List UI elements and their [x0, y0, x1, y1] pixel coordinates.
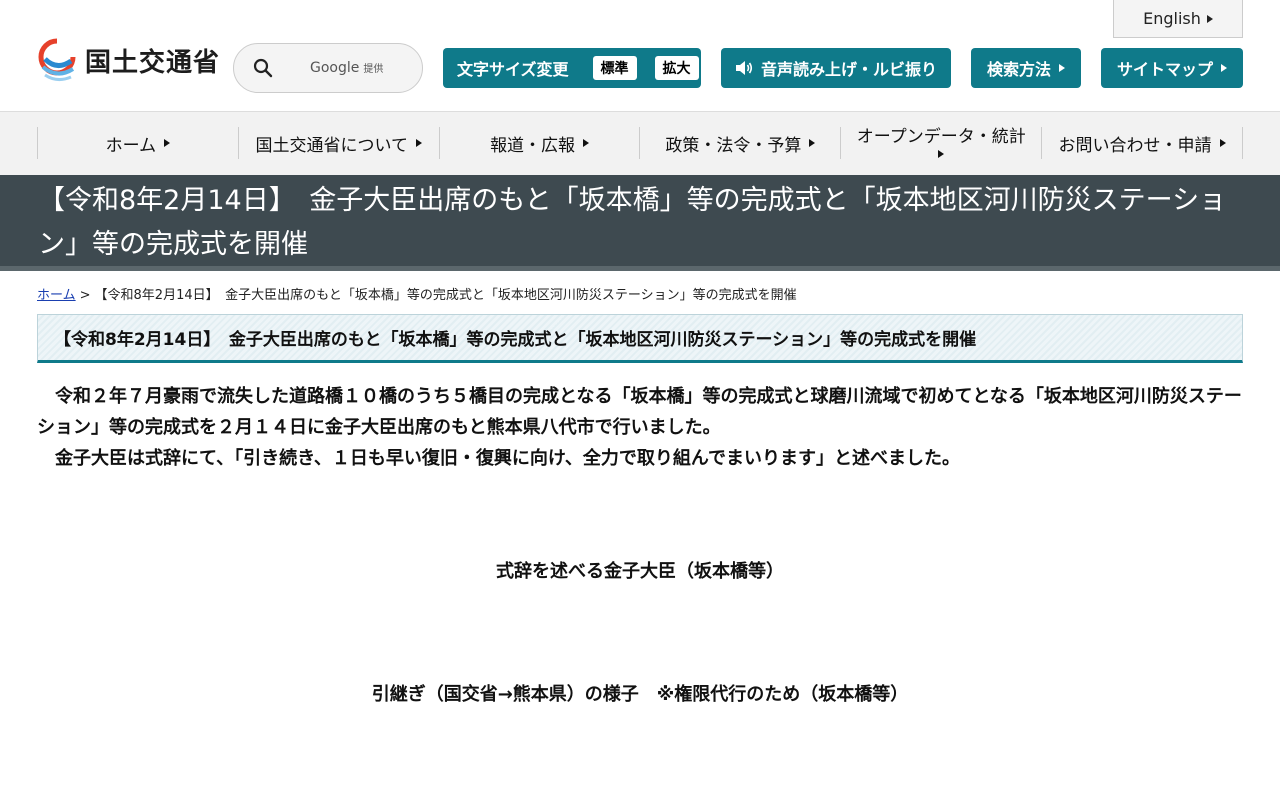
arrow-right-icon: [1219, 139, 1226, 147]
search-method-label: 検索方法: [986, 60, 1051, 79]
speech-label: 音声読み上げ・ルビ振り: [760, 60, 937, 79]
nav-item-contact[interactable]: お問い合わせ・申請: [1041, 127, 1243, 159]
nav-item-policy[interactable]: 政策・法令・予算: [639, 127, 840, 159]
sitemap-button[interactable]: サイトマップ: [1101, 48, 1243, 88]
search-icon[interactable]: [252, 57, 274, 79]
arrow-right-icon: [1059, 64, 1065, 72]
logo-text: 国土交通省: [85, 47, 221, 78]
nav-item-label: 報道・広報: [490, 135, 576, 156]
arrow-right-icon: [583, 139, 590, 147]
paragraph: 令和２年７月豪雨で流失した道路橋１０橋のうち５橋目の完成となる「坂本橋」等の完成…: [37, 386, 1242, 438]
nav-item-label: 政策・法令・予算: [665, 135, 802, 156]
arrow-right-icon: [1221, 64, 1227, 72]
breadcrumb-separator: >: [79, 288, 91, 303]
photo-caption: 式辞を述べる金子大臣（坂本橋等）: [496, 561, 784, 582]
nav-item-label: 国土交通省について: [255, 135, 408, 156]
nav-item-opendata[interactable]: オープンデータ・統計: [840, 127, 1041, 159]
nav-item-label: オープンデータ・統計: [856, 127, 1026, 147]
search-input[interactable]: Google 提供: [233, 43, 423, 93]
page-title-band: 【令和8年2月14日】 金子大臣出席のもと「坂本橋」等の完成式と「坂本地区河川防…: [0, 175, 1280, 271]
english-link[interactable]: English: [1113, 0, 1243, 38]
text-size-large-button[interactable]: 拡大: [654, 56, 699, 80]
speech-ruby-button[interactable]: 音声読み上げ・ルビ振り: [721, 48, 951, 88]
search-method-button[interactable]: 検索方法: [971, 48, 1081, 88]
nav-item-press[interactable]: 報道・広報: [438, 127, 640, 159]
site-logo[interactable]: 国土交通省: [37, 37, 220, 83]
text-size-control: 文字サイズ変更 標準 拡大: [443, 48, 701, 88]
nav-item-label: お問い合わせ・申請: [1058, 135, 1212, 156]
nav-item-about[interactable]: 国土交通省について: [237, 127, 439, 159]
sitemap-label: サイトマップ: [1116, 60, 1213, 79]
arrow-right-icon: [1206, 14, 1213, 23]
page-title: 【令和8年2月14日】 金子大臣出席のもと「坂本橋」等の完成式と「坂本地区河川防…: [38, 185, 1227, 260]
photo-caption: 引継ぎ（国交省→熊本県）の様子 ※権限代行のため（坂本橋等）: [371, 684, 909, 705]
paragraph: 金子大臣は式辞にて、「引き続き、１日も早い復旧・復興に向け、全力で取り組んでまい…: [37, 448, 961, 469]
arrow-right-icon: [415, 139, 422, 147]
arrow-right-icon: [164, 139, 171, 147]
text-size-label: 文字サイズ変更: [457, 60, 569, 79]
arrow-right-icon: [809, 139, 816, 147]
section-heading: 【令和8年2月14日】 金子大臣出席のもと「坂本橋」等の完成式と「坂本地区河川防…: [37, 314, 1243, 363]
english-label: English: [1143, 9, 1201, 28]
breadcrumb-home-link[interactable]: ホーム: [37, 288, 76, 303]
breadcrumb-current: 【令和8年2月14日】 金子大臣出席のもと「坂本橋」等の完成式と「坂本地区河川防…: [94, 288, 797, 303]
breadcrumb: ホーム > 【令和8年2月14日】 金子大臣出席のもと「坂本橋」等の完成式と「坂本地…: [37, 284, 797, 303]
global-nav: ホーム 国土交通省について 報道・広報 政策・法令・予算 オープンデータ・統計 …: [0, 111, 1280, 175]
mlit-logo-icon: [38, 38, 76, 82]
article-body: 令和２年７月豪雨で流失した道路橋１０橋のうち５橋目の完成となる「坂本橋」等の完成…: [37, 381, 1247, 474]
text-size-standard-button[interactable]: 標準: [592, 56, 637, 80]
search-brand: Google 提供: [310, 60, 384, 76]
nav-item-label: ホーム: [105, 135, 157, 156]
speaker-icon: [735, 61, 753, 75]
nav-item-home[interactable]: ホーム: [37, 127, 238, 159]
arrow-right-icon: [938, 150, 945, 158]
